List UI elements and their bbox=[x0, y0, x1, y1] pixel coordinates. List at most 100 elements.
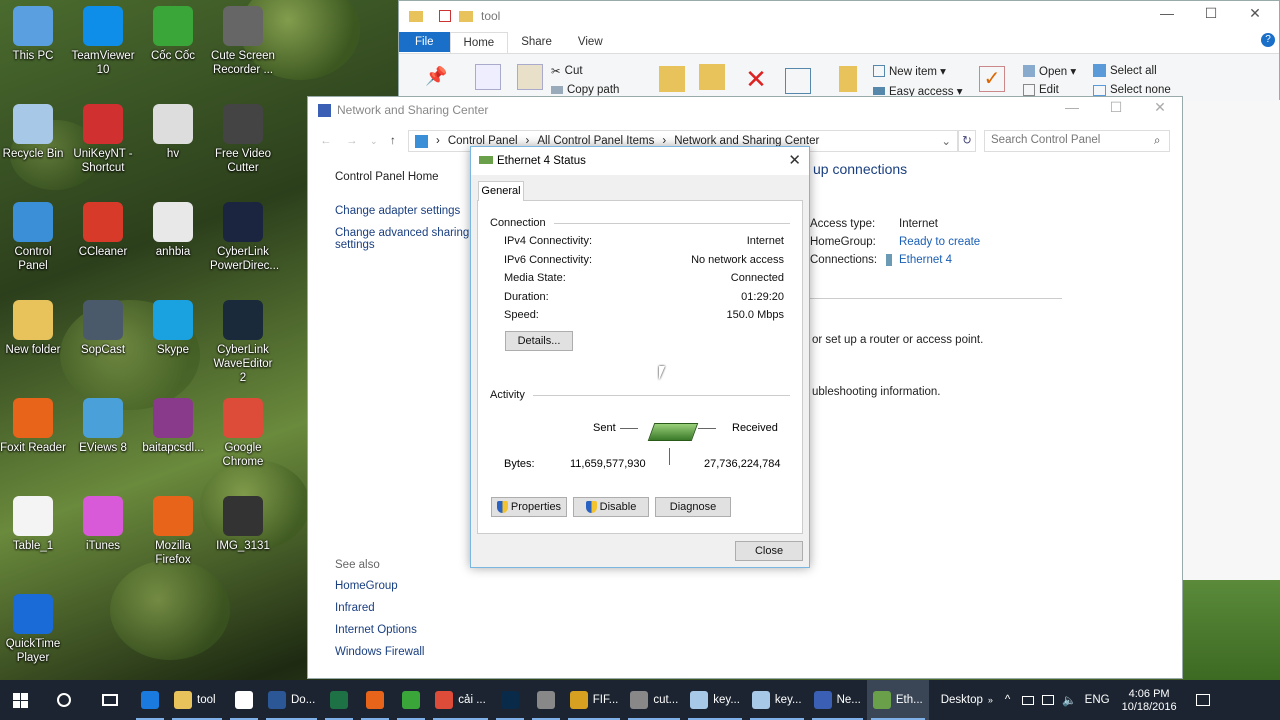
tab-share[interactable]: Share bbox=[508, 32, 565, 52]
desktop-toolbar-button[interactable]: Desktop» bbox=[935, 680, 999, 720]
taskbar-app-button[interactable]: FIF... bbox=[564, 680, 625, 720]
taskbar-app-button[interactable]: tool bbox=[168, 680, 226, 720]
properties-icon[interactable]: ✓ bbox=[979, 66, 1005, 92]
recent-dropdown-icon[interactable]: ⌄ bbox=[370, 136, 378, 147]
task-view-button[interactable] bbox=[88, 680, 132, 720]
show-hidden-icons-button[interactable]: ^ bbox=[999, 680, 1016, 720]
forward-arrow-icon[interactable]: → bbox=[346, 135, 358, 147]
move-to-icon[interactable] bbox=[659, 66, 685, 92]
tab-file[interactable]: File bbox=[399, 32, 450, 52]
start-button[interactable] bbox=[0, 680, 40, 720]
tab-home[interactable]: Home bbox=[449, 31, 509, 53]
see-also-windows-firewall-link[interactable]: Windows Firewall bbox=[335, 646, 424, 658]
minimize-icon[interactable]: — bbox=[1145, 5, 1189, 22]
minimize-icon[interactable]: — bbox=[1050, 99, 1094, 116]
desktop-shortcut[interactable]: TeamViewer 10 bbox=[70, 6, 136, 77]
new-folder-icon[interactable] bbox=[839, 66, 857, 92]
see-also-infrared-link[interactable]: Infrared bbox=[335, 602, 375, 614]
power-icon[interactable] bbox=[1022, 695, 1035, 705]
taskbar-app-button[interactable]: cut... bbox=[624, 680, 684, 720]
taskbar-app-button[interactable] bbox=[393, 680, 429, 720]
desktop-shortcut[interactable]: EViews 8 bbox=[70, 398, 136, 455]
desktop-shortcut[interactable]: hv bbox=[140, 104, 206, 161]
copy-path-button[interactable]: Copy path bbox=[551, 84, 619, 96]
see-also-homegroup-link[interactable]: HomeGroup bbox=[335, 580, 398, 592]
taskbar-app-button[interactable]: Eth... bbox=[866, 680, 929, 720]
network-icon[interactable] bbox=[1042, 695, 1055, 705]
close-icon[interactable]: ✕ bbox=[788, 151, 801, 169]
new-item-button[interactable]: New item ▾ bbox=[873, 64, 946, 78]
delete-icon[interactable]: ✕ bbox=[743, 66, 769, 92]
desktop-shortcut[interactable]: Table_1 bbox=[0, 496, 66, 553]
desktop-shortcut[interactable]: Recycle Bin bbox=[0, 104, 66, 161]
language-indicator[interactable]: ENG bbox=[1085, 694, 1110, 706]
taskbar-app-button[interactable] bbox=[492, 680, 528, 720]
change-advanced-sharing-link[interactable]: Change advanced sharing settings bbox=[335, 227, 470, 251]
desktop-shortcut[interactable]: UniKeyNT - Shortcut bbox=[70, 104, 136, 175]
desktop-shortcut[interactable]: This PC bbox=[0, 6, 66, 63]
disable-button[interactable]: Disable bbox=[573, 497, 649, 517]
desktop-shortcut[interactable]: Cute Screen Recorder ... bbox=[210, 6, 276, 77]
desktop-shortcut[interactable]: Cốc Cốc bbox=[140, 6, 206, 63]
taskbar-app-button[interactable]: cải ... bbox=[429, 680, 491, 720]
taskbar-app-button[interactable] bbox=[321, 680, 357, 720]
taskbar-app-button[interactable]: Ne... bbox=[808, 680, 867, 720]
pin-icon[interactable]: 📌 bbox=[425, 66, 451, 92]
desktop-shortcut[interactable]: CyberLink WaveEditor 2 bbox=[210, 300, 276, 385]
desktop-shortcut[interactable]: anhbia bbox=[140, 202, 206, 259]
clock[interactable]: 4:06 PM 10/18/2016 bbox=[1116, 680, 1183, 720]
maximize-icon[interactable]: ☐ bbox=[1094, 99, 1138, 116]
up-arrow-icon[interactable]: ↑ bbox=[390, 135, 396, 147]
refresh-icon[interactable]: ↻ bbox=[958, 130, 976, 152]
taskbar-app-button[interactable] bbox=[528, 680, 564, 720]
desktop-shortcut[interactable]: Control Panel bbox=[0, 202, 66, 273]
desktop-shortcut[interactable]: Mozilla Firefox bbox=[140, 496, 206, 567]
open-button[interactable]: Open ▾ bbox=[1023, 64, 1076, 78]
close-button[interactable]: Close bbox=[735, 541, 803, 561]
address-dropdown-icon[interactable]: ⌄ bbox=[941, 134, 951, 148]
desktop-shortcut[interactable]: New folder bbox=[0, 300, 66, 357]
desktop-shortcut[interactable]: Skype bbox=[140, 300, 206, 357]
copy-icon[interactable] bbox=[475, 64, 501, 90]
desktop-shortcut[interactable]: IMG_3131 bbox=[210, 496, 276, 553]
taskbar-app-button[interactable]: key... bbox=[746, 680, 808, 720]
back-arrow-icon[interactable]: ← bbox=[320, 135, 332, 147]
action-center-button[interactable] bbox=[1183, 680, 1223, 720]
file-explorer-window[interactable]: tool — ☐ ✕ File Home Share View ? 📌 ✂ Cut… bbox=[398, 0, 1280, 101]
desktop-shortcut[interactable]: SopCast bbox=[70, 300, 136, 357]
see-also-internet-options-link[interactable]: Internet Options bbox=[335, 624, 417, 636]
desktop-shortcut[interactable]: Foxit Reader bbox=[0, 398, 66, 455]
ethernet-connection-link[interactable]: Ethernet 4 bbox=[899, 254, 952, 266]
change-adapter-settings-link[interactable]: Change adapter settings bbox=[335, 205, 460, 217]
desktop-shortcut[interactable]: CCleaner bbox=[70, 202, 136, 259]
edit-button[interactable]: Edit bbox=[1023, 84, 1059, 96]
close-icon[interactable]: ✕ bbox=[1233, 5, 1277, 22]
close-icon[interactable]: ✕ bbox=[1138, 99, 1182, 116]
diagnose-button[interactable]: Diagnose bbox=[655, 497, 731, 517]
desktop-shortcut[interactable]: Free Video Cutter bbox=[210, 104, 276, 175]
tab-general[interactable]: General bbox=[478, 181, 524, 201]
taskbar-app-button[interactable]: Do... bbox=[262, 680, 321, 720]
search-icon[interactable]: ⌕ bbox=[1154, 135, 1160, 148]
details-button[interactable]: Details... bbox=[505, 331, 573, 351]
desktop-shortcut[interactable]: iTunes bbox=[70, 496, 136, 553]
taskbar-app-button[interactable] bbox=[132, 680, 168, 720]
copy-to-icon[interactable] bbox=[699, 64, 725, 90]
properties-button[interactable]: Properties bbox=[491, 497, 567, 517]
ethernet-status-dialog[interactable]: Ethernet 4 Status ✕ General Connection I… bbox=[470, 146, 810, 568]
cortana-button[interactable] bbox=[40, 680, 88, 720]
desktop-shortcut[interactable]: Google Chrome bbox=[210, 398, 276, 469]
volume-icon[interactable]: 🔈 bbox=[1062, 693, 1076, 707]
desktop-shortcut[interactable]: CyberLink PowerDirec... bbox=[210, 202, 279, 273]
tab-view[interactable]: View bbox=[565, 32, 616, 52]
rename-icon[interactable] bbox=[785, 68, 811, 94]
cut-button[interactable]: ✂ Cut bbox=[551, 64, 583, 78]
paste-icon[interactable] bbox=[517, 64, 543, 90]
control-panel-home-link[interactable]: Control Panel Home bbox=[335, 171, 439, 183]
homegroup-ready-link[interactable]: Ready to create bbox=[899, 236, 980, 248]
taskbar-app-button[interactable]: key... bbox=[684, 680, 746, 720]
select-none-button[interactable]: Select none bbox=[1093, 84, 1171, 96]
help-icon[interactable]: ? bbox=[1261, 33, 1275, 47]
desktop-shortcut[interactable]: baitapcsdl... bbox=[140, 398, 206, 455]
select-all-button[interactable]: Select all bbox=[1093, 64, 1157, 77]
